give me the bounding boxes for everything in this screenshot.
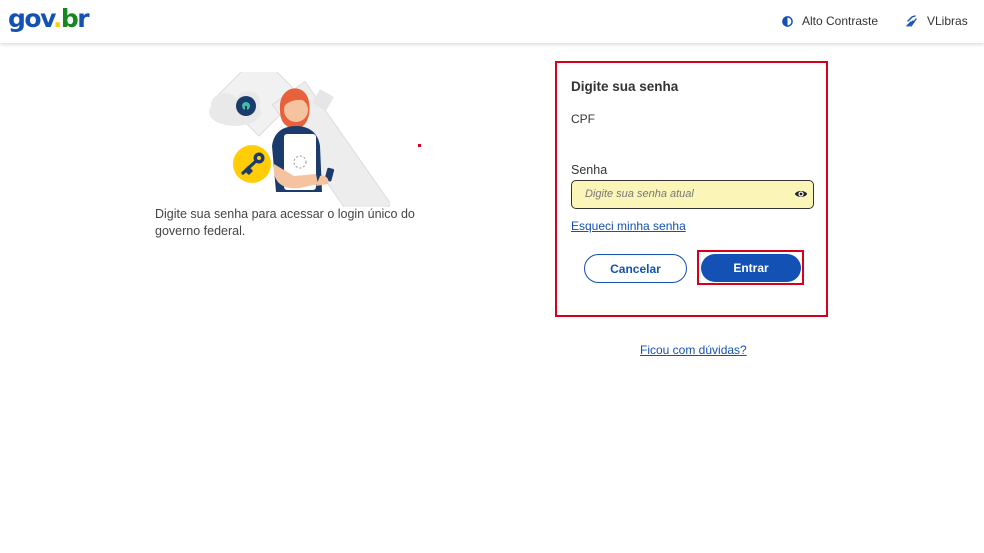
help-link[interactable]: Ficou com dúvidas? [640, 343, 747, 357]
logo-part-r: r [77, 4, 89, 33]
login-description: Digite sua senha para acessar o login ún… [155, 207, 415, 238]
vlibras-label: VLibras [927, 14, 968, 28]
logo-part-b: b [60, 4, 79, 33]
govbr-logo[interactable]: gov.br [8, 4, 90, 34]
lock-icon [236, 96, 256, 116]
top-header: gov.br Alto Contraste VLibras [0, 0, 984, 43]
submit-highlight-frame: Entrar [697, 250, 804, 285]
login-illustration [209, 72, 390, 207]
forgot-password-link[interactable]: Esqueci minha senha [571, 219, 686, 233]
password-field-wrapper [571, 180, 814, 209]
eye-icon[interactable] [794, 187, 808, 201]
cpf-label: CPF [571, 112, 595, 126]
password-input[interactable] [572, 181, 782, 207]
password-label: Senha [571, 163, 608, 177]
red-marker-dot [418, 144, 421, 147]
key-icon [233, 145, 271, 183]
vlibras-hand-icon [906, 15, 917, 27]
high-contrast-button[interactable]: Alto Contraste [782, 14, 878, 28]
contrast-icon [782, 15, 793, 27]
cancel-button[interactable]: Cancelar [584, 254, 687, 283]
high-contrast-label: Alto Contraste [802, 14, 879, 28]
vlibras-button[interactable]: VLibras [906, 14, 968, 28]
submit-button[interactable]: Entrar [701, 254, 801, 282]
logo-part-dot: . [52, 4, 63, 33]
logo-part-gov: gov [8, 4, 54, 33]
card-title: Digite sua senha [571, 79, 679, 94]
password-login-card: Digite sua senha CPF Senha Esqueci minha… [555, 61, 828, 317]
